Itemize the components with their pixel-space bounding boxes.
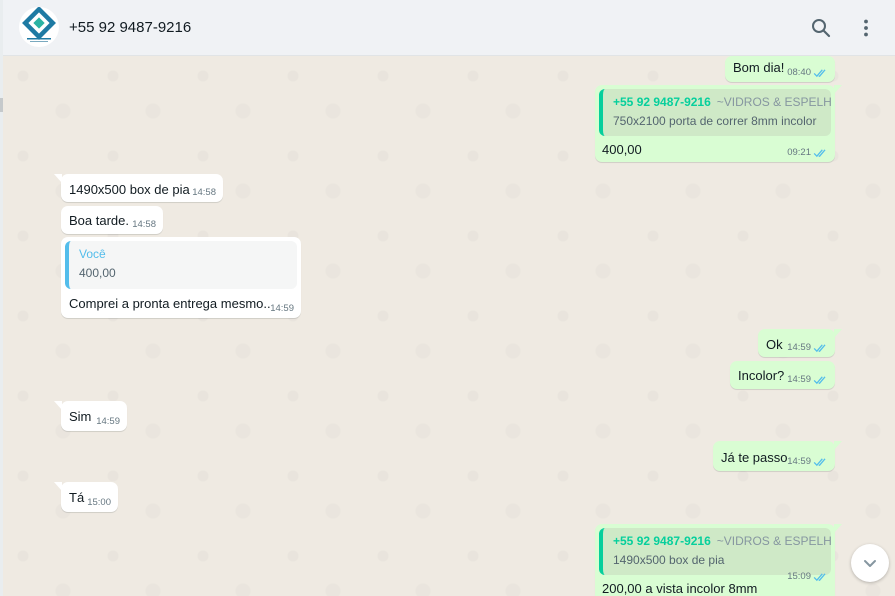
quoted-message[interactable]: +55 92 9487-9216~VIDROS & ESPELHOS 750x2… [599,89,831,136]
message-time: 14:59 [787,374,811,385]
message-text: Comprei a pronta entrega mesmo.. [69,296,271,311]
quote-author-subtitle: ~VIDROS & ESPELHOS [716,534,831,548]
message-text: Ok [766,337,783,352]
message-time: 14:59 [270,303,294,314]
message-incoming[interactable]: Boa tarde. 14:58 [61,206,163,234]
search-icon[interactable] [810,17,832,39]
message-text: 200,00 a vista incolor 8mm [602,581,758,596]
bubble-tail [834,524,842,533]
message-time: 09:21 [787,147,811,158]
whatsapp-chat-window: +55 92 9487-9216 Bom dia! 08:40 +55 92 9… [0,0,895,596]
message-text: 1490x500 box de pia [69,182,190,197]
read-receipt-icon [813,457,826,466]
message-outgoing[interactable]: Incolor? 14:59 [730,361,835,389]
avatar-logo[interactable] [19,7,59,47]
quote-text: 1490x500 box de pia [613,553,725,567]
chat-header[interactable]: +55 92 9487-9216 [3,0,895,56]
message-meta: 14:59 [787,374,828,385]
bubble-tail [834,329,842,338]
message-meta: 14:59 [787,342,828,353]
message-time: 14:58 [132,219,156,230]
bubble-tail [54,401,62,410]
message-outgoing[interactable]: Bom dia! 08:40 [725,56,835,82]
message-time: 14:59 [96,416,120,427]
quote-author: Você [79,247,106,261]
message-incoming[interactable]: 1490x500 box de pia 14:58 [54,174,223,202]
message-outgoing-with-quote[interactable]: +55 92 9487-9216~VIDROS & ESPELHOS 750x2… [595,85,842,162]
message-text: 400,00 [602,142,642,157]
message-time: 15:09 [787,571,811,582]
message-meta: 15:09 [787,571,828,582]
quote-text: 750x2100 porta de correr 8mm incolor [613,114,817,128]
message-text: Incolor? [738,368,785,383]
quote-text: 400,00 [79,266,116,280]
message-meta: 14:59 [787,456,828,467]
message-meta: 09:21 [787,147,828,158]
read-receipt-icon [813,148,826,157]
message-text: Bom dia! [733,60,785,75]
message-text: Tá [69,490,85,505]
scroll-down-button[interactable] [851,544,889,582]
bubble-tail [834,441,842,450]
message-incoming[interactable]: Tá 15:00 [54,482,118,512]
quoted-message[interactable]: Você 400,00 [65,241,297,289]
message-text: Boa tarde. [69,213,129,228]
read-receipt-icon [813,68,826,77]
quoted-message[interactable]: +55 92 9487-9216~VIDROS & ESPELHOS 1490x… [599,528,831,575]
read-receipt-icon [813,343,826,352]
message-time: 14:59 [787,456,811,467]
message-incoming[interactable]: Sim 14:59 [54,401,127,431]
chevron-down-icon [864,560,876,567]
bubble-tail [54,174,62,183]
read-receipt-icon [813,375,826,384]
message-list[interactable]: Bom dia! 08:40 +55 92 9487-9216 ~VIDROS &… [3,56,895,596]
message-outgoing[interactable]: Ok 14:59 [758,329,842,357]
contact-name[interactable]: +55 92 9487-9216 [69,19,191,36]
message-text: Sim [69,409,92,424]
message-outgoing-with-quote[interactable]: +55 92 9487-9216~VIDROS & ESPELHOS 1490x… [595,524,842,596]
message-time: 14:58 [192,187,216,198]
quote-author: +55 92 9487-9216~VIDROS & ESPELHOS [613,95,831,109]
message-time: 08:40 [787,67,811,78]
bubble-tail [834,85,842,94]
bubble-tail [54,482,62,491]
message-time: 15:00 [87,497,111,508]
quote-author-subtitle: ~VIDROS & ESPELHOS [716,95,831,109]
quote-author: +55 92 9487-9216~VIDROS & ESPELHOS [613,534,831,548]
read-receipt-icon [813,572,826,581]
message-text: Já te passo [721,450,788,465]
menu-icon[interactable] [855,17,877,39]
message-time: 14:59 [787,342,811,353]
message-outgoing[interactable]: Já te passo 14:59 [713,441,842,471]
message-incoming-with-quote[interactable]: Você 400,00 Comprei a pronta entrega mes… [61,237,301,318]
message-meta: 08:40 [787,67,828,78]
